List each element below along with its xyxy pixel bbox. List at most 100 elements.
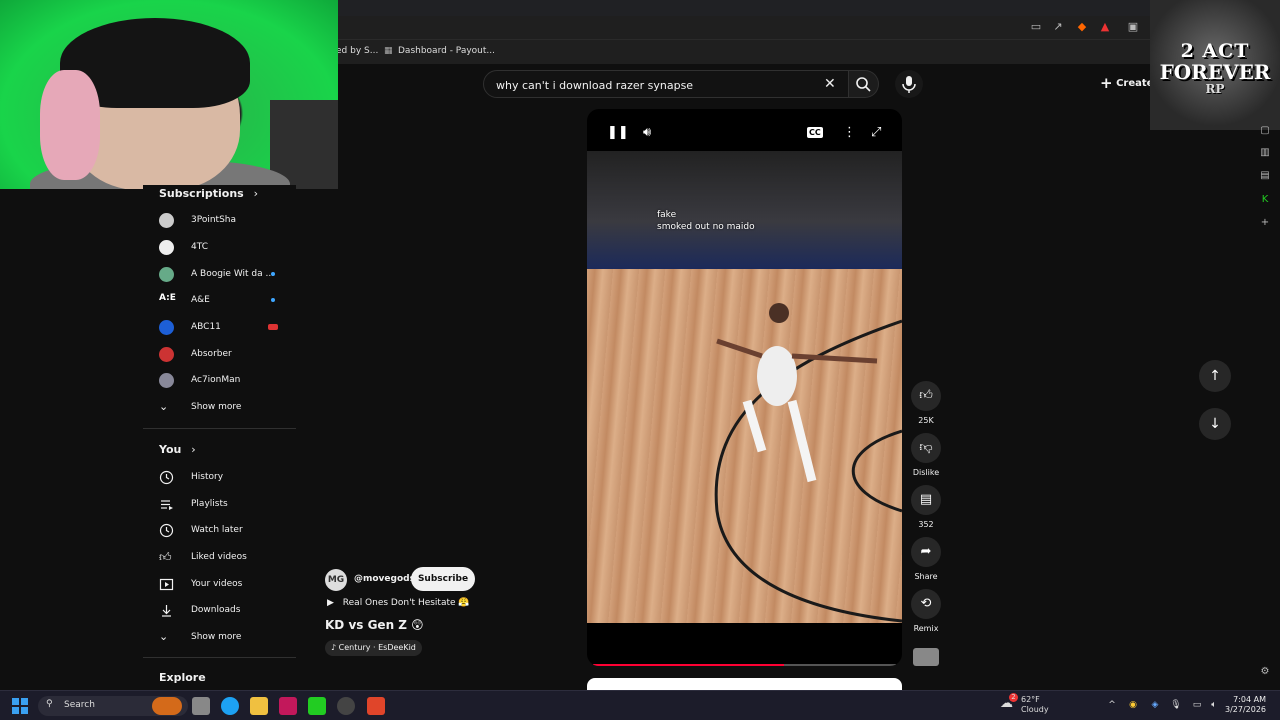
playlist-link[interactable]: ▶ Real Ones Don't Hesitate 😤 — [327, 598, 470, 608]
shorts-player[interactable]: ❚❚ 🔊︎ CC ⋮ ⤢ fake smoked out no maido — [587, 109, 902, 666]
sidebar-item-4tc[interactable]: 4TC — [143, 235, 296, 259]
sidebar-toggle-icon[interactable]: ▣ — [1126, 20, 1140, 34]
sidebar-item-absorber[interactable]: Absorber — [143, 342, 296, 366]
system-clock[interactable]: 7:04 AM 3/27/2026 — [1225, 695, 1266, 715]
cast-icon[interactable]: ▭ — [1029, 20, 1043, 34]
sidebar-item-label: A Boogie Wit da ... — [191, 269, 275, 279]
sidebar-item-a-boogie[interactable]: A Boogie Wit da ... — [143, 262, 296, 286]
sidebar-item-3pointsha[interactable]: 3PointSha — [143, 208, 296, 232]
create-button[interactable]: + Create — [1100, 74, 1153, 92]
play-icon: ▶ — [327, 598, 334, 608]
reading-list-icon[interactable]: ▤ — [1259, 170, 1271, 182]
sidebar-item-ae[interactable]: A:E A&E — [143, 288, 296, 312]
video-progress-bar[interactable] — [593, 664, 896, 666]
subscriptions-show-more[interactable]: ⌄ Show more — [143, 395, 296, 419]
tray-app-icon[interactable]: ◈ — [1149, 700, 1161, 712]
sidebar-item-liked-videos[interactable]: 👍︎ Liked videos — [143, 545, 296, 569]
obs-icon[interactable] — [337, 697, 355, 715]
sidebar: Subscriptions › 3PointSha 4TC A Boogie W… — [143, 185, 296, 690]
kick-icon[interactable]: K — [1259, 194, 1271, 206]
sidebar-item-playlists[interactable]: Playlists — [143, 492, 296, 516]
new-content-dot — [271, 298, 275, 302]
subscriptions-heading[interactable]: Subscriptions › — [159, 187, 258, 200]
caption-line: smoked out no maido — [657, 222, 755, 232]
windows-start-icon[interactable] — [12, 698, 28, 714]
channel-avatar[interactable]: MG — [325, 569, 347, 591]
app-icon[interactable] — [279, 697, 297, 715]
dislike-label: Dislike — [912, 468, 940, 477]
video-frame[interactable]: fake smoked out no maido — [587, 151, 902, 623]
sidebar-item-downloads[interactable]: Downloads — [143, 598, 296, 622]
share-icon[interactable]: ↗ — [1051, 20, 1065, 34]
channel-handle[interactable]: @movegods — [354, 574, 415, 584]
caption-line: fake — [657, 210, 677, 220]
side-panel-icon[interactable]: ▥ — [1259, 147, 1271, 159]
brave-browser-icon[interactable] — [367, 697, 385, 715]
video-title: KD vs Gen Z 😲 — [325, 618, 424, 632]
comments-button[interactable]: ▤ — [911, 485, 941, 515]
plus-icon: + — [1100, 74, 1113, 92]
search-button[interactable] — [849, 70, 879, 98]
captions-icon[interactable]: CC — [807, 127, 823, 138]
next-short-button[interactable]: ↓ — [1199, 408, 1231, 440]
dislike-button[interactable]: 👎︎ — [911, 433, 941, 463]
chevron-right-icon: › — [191, 443, 196, 456]
comment-count: 352 — [918, 520, 934, 529]
channel-avatar: A:E — [159, 293, 176, 303]
clock-date: 3/27/2026 — [1225, 705, 1267, 714]
volume-icon[interactable]: 🔊︎ — [643, 125, 651, 140]
video-progress-fill — [593, 664, 784, 666]
sound-thumbnail[interactable] — [913, 648, 939, 666]
previous-short-button[interactable]: ↑ — [1199, 360, 1231, 392]
taskbar-search-label: Search — [64, 700, 95, 710]
clear-search-icon[interactable]: ✕ — [824, 76, 836, 92]
video-caption: fake smoked out no maido — [657, 209, 755, 233]
like-button[interactable]: 👍︎ — [911, 381, 941, 411]
music-chip[interactable]: ♪ Century · EsDeeKid — [325, 640, 422, 656]
share-button[interactable]: ➦ — [911, 537, 941, 567]
file-app-icon[interactable] — [192, 697, 210, 715]
channel-avatar — [159, 267, 174, 282]
subscribe-button[interactable]: Subscribe — [411, 567, 475, 591]
bookmark-item[interactable]: ed by S... — [336, 46, 378, 56]
live-indicator — [268, 324, 278, 330]
search-input[interactable] — [496, 77, 816, 93]
sidebar-item-history[interactable]: History — [143, 465, 296, 489]
kick-app-icon[interactable] — [308, 697, 326, 715]
fullscreen-icon[interactable]: ⤢ — [871, 125, 881, 140]
search-box[interactable]: ✕ — [483, 70, 849, 98]
brave-rewards-icon[interactable]: ▲ — [1098, 20, 1112, 34]
microphone-icon[interactable]: 🎙︎ — [1170, 700, 1182, 712]
speaker-icon[interactable]: 🔈︎ — [1208, 700, 1220, 712]
bookmark-item[interactable]: Dashboard - Payout... — [398, 46, 495, 56]
sidebar-item-your-videos[interactable]: Your videos — [143, 572, 296, 596]
sidebar-item-ac7ionman[interactable]: Ac7ionMan — [143, 368, 296, 392]
you-show-more[interactable]: ⌄ Show more — [143, 625, 296, 649]
subscriptions-title: Subscriptions — [159, 187, 244, 200]
network-icon[interactable]: ▭ — [1191, 700, 1203, 712]
sidebar-item-abc11[interactable]: ABC11 — [143, 315, 296, 339]
tray-app-icon[interactable]: ◉ — [1127, 700, 1139, 712]
voice-search-button[interactable] — [895, 70, 923, 98]
add-panel-icon[interactable]: + — [1259, 217, 1271, 229]
tray-chevron-icon[interactable]: ^ — [1106, 700, 1118, 712]
side-panel-icon[interactable]: ▢ — [1259, 125, 1271, 137]
channel-avatar — [159, 320, 174, 335]
more-options-icon[interactable]: ⋮ — [843, 125, 856, 140]
brave-shield-icon[interactable]: ◆ — [1075, 20, 1089, 34]
edge-browser-icon[interactable] — [221, 697, 239, 715]
you-heading[interactable]: You › — [159, 443, 196, 456]
settings-gear-icon[interactable]: ⚙ — [1259, 666, 1271, 678]
remix-button[interactable]: ⟲ — [911, 589, 941, 619]
weather-temp: 62°F — [1021, 695, 1040, 704]
pause-icon[interactable]: ❚❚ — [607, 125, 629, 140]
taskbar-search[interactable]: ⚲ Search — [38, 696, 188, 716]
sidebar-item-watch-later[interactable]: Watch later — [143, 518, 296, 542]
sidebar-item-label: Show more — [191, 632, 242, 642]
file-explorer-icon[interactable] — [250, 697, 268, 715]
sidebar-item-label: 4TC — [191, 242, 208, 252]
next-short-preview[interactable] — [587, 678, 902, 690]
sidebar-item-label: Ac7ionMan — [191, 375, 241, 385]
logo-line-2: FOREVER — [1159, 60, 1271, 84]
sidebar-item-label: Show more — [191, 402, 242, 412]
